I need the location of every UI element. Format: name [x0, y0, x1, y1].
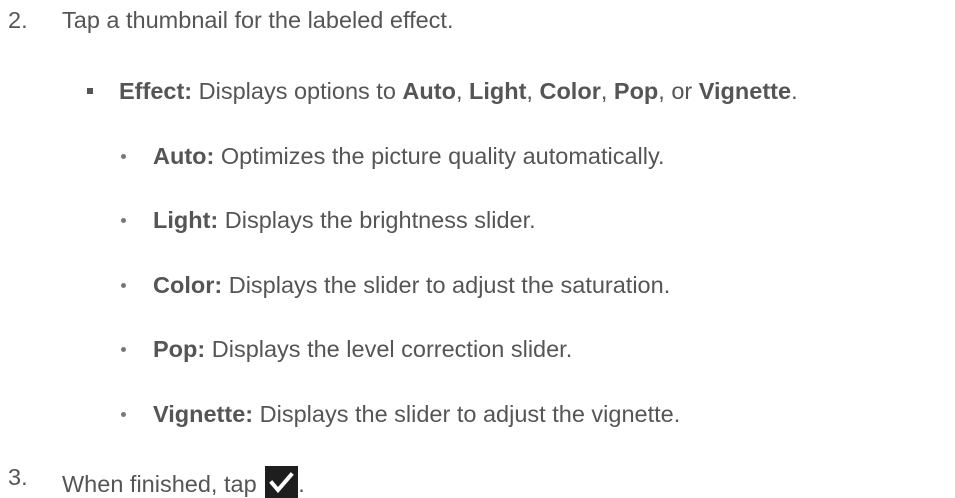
effect-text: Displays options to [192, 78, 403, 104]
option-desc: Displays the brightness slider. [218, 207, 536, 233]
step-3-period: . [298, 471, 305, 497]
option-desc: Displays the level correction slider. [205, 336, 573, 362]
step-3-text: When finished, tap . [62, 466, 305, 498]
dot-bullet-icon [121, 218, 126, 223]
option-desc: Optimizes the picture quality automatica… [214, 143, 665, 169]
option-desc: Displays the slider to adjust the satura… [222, 272, 671, 298]
step-3-instruction: When finished, tap [62, 471, 264, 497]
step-3-number: 3. [8, 464, 28, 490]
option-desc: Displays the slider to adjust the vignet… [253, 401, 681, 427]
option-label: Auto: [153, 143, 215, 169]
option-label: Light: [153, 207, 219, 233]
step-2-number: 2. [8, 7, 28, 33]
dot-bullet-icon [121, 412, 126, 417]
effect-option-pop: Pop [613, 78, 659, 104]
effect-label: Effect: [119, 78, 193, 104]
option-vignette: Vignette: Displays the slider to adjust … [153, 401, 681, 427]
option-pop: Pop: Displays the level correction slide… [153, 336, 573, 362]
step-2-text: Tap a thumbnail for the labeled effect. [62, 7, 454, 33]
dot-bullet-icon [121, 283, 126, 288]
separator: , [455, 78, 469, 104]
effect-option-vignette: Vignette [698, 78, 792, 104]
period: . [791, 78, 798, 104]
option-light: Light: Displays the brightness slider. [153, 207, 536, 233]
option-label: Pop: [153, 336, 206, 362]
option-color: Color: Displays the slider to adjust the… [153, 272, 671, 298]
option-auto: Auto: Optimizes the picture quality auto… [153, 143, 665, 169]
option-label: Vignette: [153, 401, 254, 427]
separator: , [600, 78, 614, 104]
effect-option-color: Color [539, 78, 601, 104]
dot-bullet-icon [121, 154, 126, 159]
effect-item: Effect: Displays options to Auto, Light,… [119, 78, 798, 104]
dot-bullet-icon [121, 347, 126, 352]
separator: , [526, 78, 540, 104]
square-bullet-icon [87, 88, 93, 94]
separator: , or [658, 78, 699, 104]
option-label: Color: [153, 272, 223, 298]
effect-option-auto: Auto [402, 78, 456, 104]
checkmark-icon [265, 466, 299, 498]
effect-option-light: Light [469, 78, 527, 104]
step-2: 2. [8, 7, 28, 33]
